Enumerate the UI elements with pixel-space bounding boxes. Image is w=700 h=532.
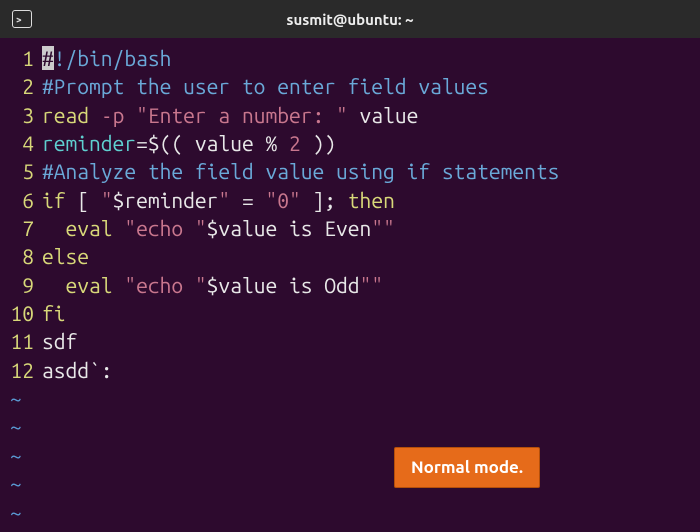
line-number: 8 — [0, 242, 42, 270]
empty-line-tilde: ~ — [0, 498, 700, 526]
line-number: 7 — [0, 214, 42, 242]
code-content[interactable]: if [ "$reminder" = "0" ]; then — [42, 186, 395, 214]
mode-badge: Normal mode. — [394, 447, 540, 488]
code-line[interactable]: 12asdd`: — [0, 356, 700, 384]
code-line[interactable]: 5#Analyze the field value using if state… — [0, 157, 700, 185]
line-number: 2 — [0, 72, 42, 100]
line-number: 3 — [0, 101, 42, 129]
code-line[interactable]: 6if [ "$reminder" = "0" ]; then — [0, 186, 700, 214]
window-title: susmit@ubuntu: ~ — [286, 11, 413, 28]
editor-area[interactable]: 1#!/bin/bash2#Prompt the user to enter f… — [0, 38, 700, 532]
code-line[interactable]: 10fi — [0, 299, 700, 327]
line-number: 5 — [0, 157, 42, 185]
code-line[interactable]: 9 eval "echo "$value is Odd"" — [0, 271, 700, 299]
line-number: 1 — [0, 44, 42, 72]
line-number: 4 — [0, 129, 42, 157]
code-content[interactable]: eval "echo "$value is Even"" — [42, 214, 395, 242]
terminal-icon — [12, 10, 32, 28]
code-content[interactable]: #Prompt the user to enter field values — [42, 72, 489, 100]
empty-line-tilde: ~ — [0, 412, 700, 440]
code-content[interactable]: #!/bin/bash — [42, 44, 171, 72]
code-content[interactable]: sdf — [42, 327, 77, 355]
titlebar: susmit@ubuntu: ~ — [0, 0, 700, 38]
line-number: 12 — [0, 356, 42, 384]
line-number: 9 — [0, 271, 42, 299]
code-content[interactable]: fi — [42, 299, 66, 327]
code-line[interactable]: 3read -p "Enter a number: " value — [0, 101, 700, 129]
code-line[interactable]: 8else — [0, 242, 700, 270]
code-content[interactable]: else — [42, 242, 89, 270]
empty-line-tilde: ~ — [0, 441, 700, 469]
code-content[interactable]: eval "echo "$value is Odd"" — [42, 271, 383, 299]
line-number: 6 — [0, 186, 42, 214]
code-line[interactable]: 4reminder=$(( value % 2 )) — [0, 129, 700, 157]
line-number: 11 — [0, 327, 42, 355]
code-line[interactable]: 11sdf — [0, 327, 700, 355]
empty-line-tilde: ~ — [0, 384, 700, 412]
code-line[interactable]: 1#!/bin/bash — [0, 44, 700, 72]
code-content[interactable]: #Analyze the field value using if statem… — [42, 157, 559, 185]
code-line[interactable]: 2#Prompt the user to enter field values — [0, 72, 700, 100]
code-line[interactable]: 7 eval "echo "$value is Even"" — [0, 214, 700, 242]
line-number: 10 — [0, 299, 42, 327]
code-content[interactable]: asdd`: — [42, 356, 113, 384]
empty-line-tilde: ~ — [0, 469, 700, 497]
code-content[interactable]: reminder=$(( value % 2 )) — [42, 129, 336, 157]
code-content[interactable]: read -p "Enter a number: " value — [42, 101, 418, 129]
